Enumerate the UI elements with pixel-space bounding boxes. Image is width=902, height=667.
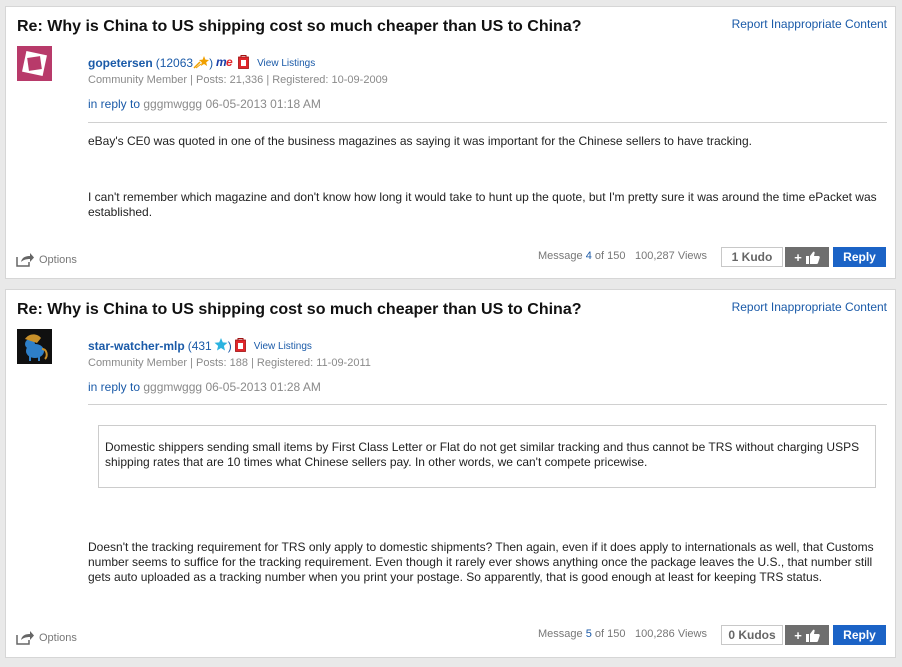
- reply-date: 06-05-2013 01:28 AM: [205, 380, 321, 394]
- author-meta: Community Member | Posts: 21,336 | Regis…: [88, 74, 388, 86]
- options-menu[interactable]: Options: [16, 252, 77, 267]
- reply-to-user[interactable]: gggmwggg: [143, 97, 202, 111]
- plus-label: +: [794, 249, 802, 265]
- message-of-total: of 150: [594, 628, 626, 640]
- reply-date: 06-05-2013 01:18 AM: [205, 97, 321, 111]
- view-listings-link[interactable]: View Listings: [254, 341, 312, 352]
- message-count: Message 4 of 150: [538, 250, 625, 262]
- avatar[interactable]: [17, 46, 52, 81]
- author-line: star-watcher-mlp ( 431 ) View Listings: [88, 337, 312, 355]
- feedback-score[interactable]: 431: [192, 339, 212, 353]
- message-paragraph: I can't remember which magazine and don'…: [88, 190, 877, 219]
- share-icon: [16, 631, 34, 645]
- give-kudo-button[interactable]: +: [785, 247, 829, 267]
- message-paragraph: eBay's CE0 was quoted in one of the busi…: [88, 134, 752, 148]
- author-name[interactable]: star-watcher-mlp: [88, 339, 185, 353]
- divider: [88, 122, 887, 123]
- report-inappropriate-link[interactable]: Report Inappropriate Content: [732, 17, 887, 31]
- kudos-count[interactable]: 1 Kudo: [721, 247, 783, 267]
- in-reply-to-label: in reply to: [88, 97, 141, 111]
- in-reply-to-line: in reply to gggmwggg 06-05-2013 01:18 AM: [88, 97, 321, 111]
- feedback-score[interactable]: 12063: [160, 56, 193, 70]
- message-label: Message: [538, 250, 583, 262]
- post-title: Re: Why is China to US shipping cost so …: [17, 18, 582, 35]
- message-number[interactable]: 5: [586, 628, 592, 640]
- message-number[interactable]: 4: [586, 250, 592, 262]
- options-label: Options: [39, 631, 77, 644]
- quoted-text: Domestic shippers sending small items by…: [98, 425, 876, 488]
- share-icon: [16, 253, 34, 267]
- feedback-paren-close: ): [209, 56, 214, 70]
- plus-label: +: [794, 627, 802, 643]
- give-kudo-button[interactable]: +: [785, 625, 829, 645]
- thumbs-up-icon: [805, 251, 820, 264]
- red-shopping-bag-icon[interactable]: [238, 54, 249, 72]
- message-count: Message 5 of 150: [538, 628, 625, 640]
- author-name[interactable]: gopetersen: [88, 56, 153, 70]
- options-menu[interactable]: Options: [16, 630, 77, 645]
- view-count: 100,286 Views: [635, 628, 707, 640]
- message-of-total: of 150: [594, 250, 626, 262]
- post-message-4: Re: Why is China to US shipping cost so …: [5, 6, 896, 279]
- avatar[interactable]: [17, 329, 52, 364]
- shooting-star-icon: [193, 55, 210, 72]
- view-listings-link[interactable]: View Listings: [257, 58, 315, 69]
- in-reply-to-line: in reply to gggmwggg 06-05-2013 01:28 AM: [88, 380, 321, 394]
- red-shopping-bag-icon[interactable]: [234, 337, 246, 355]
- svg-text:e: e: [226, 56, 233, 68]
- in-reply-to-label: in reply to: [88, 380, 141, 394]
- reply-button[interactable]: Reply: [833, 625, 886, 645]
- message-label: Message: [538, 628, 583, 640]
- me-badge-icon[interactable]: m e: [216, 55, 236, 71]
- post-title: Re: Why is China to US shipping cost so …: [17, 301, 582, 318]
- feedback-paren-close: ): [227, 339, 232, 353]
- divider: [88, 404, 887, 405]
- message-paragraph: Doesn't the tracking requirement for TRS…: [88, 540, 874, 584]
- view-count: 100,287 Views: [635, 250, 707, 262]
- reply-to-user[interactable]: gggmwggg: [143, 380, 202, 394]
- thumbs-up-icon: [805, 629, 820, 642]
- author-meta: Community Member | Posts: 188 | Register…: [88, 357, 371, 369]
- star-icon: [214, 338, 228, 354]
- options-label: Options: [39, 253, 77, 266]
- report-inappropriate-link[interactable]: Report Inappropriate Content: [732, 300, 887, 314]
- reply-button[interactable]: Reply: [833, 247, 886, 267]
- post-message-5: Re: Why is China to US shipping cost so …: [5, 289, 896, 658]
- author-line: gopetersen ( 12063 ) m e View Listings: [88, 54, 315, 72]
- kudos-count[interactable]: 0 Kudos: [721, 625, 783, 645]
